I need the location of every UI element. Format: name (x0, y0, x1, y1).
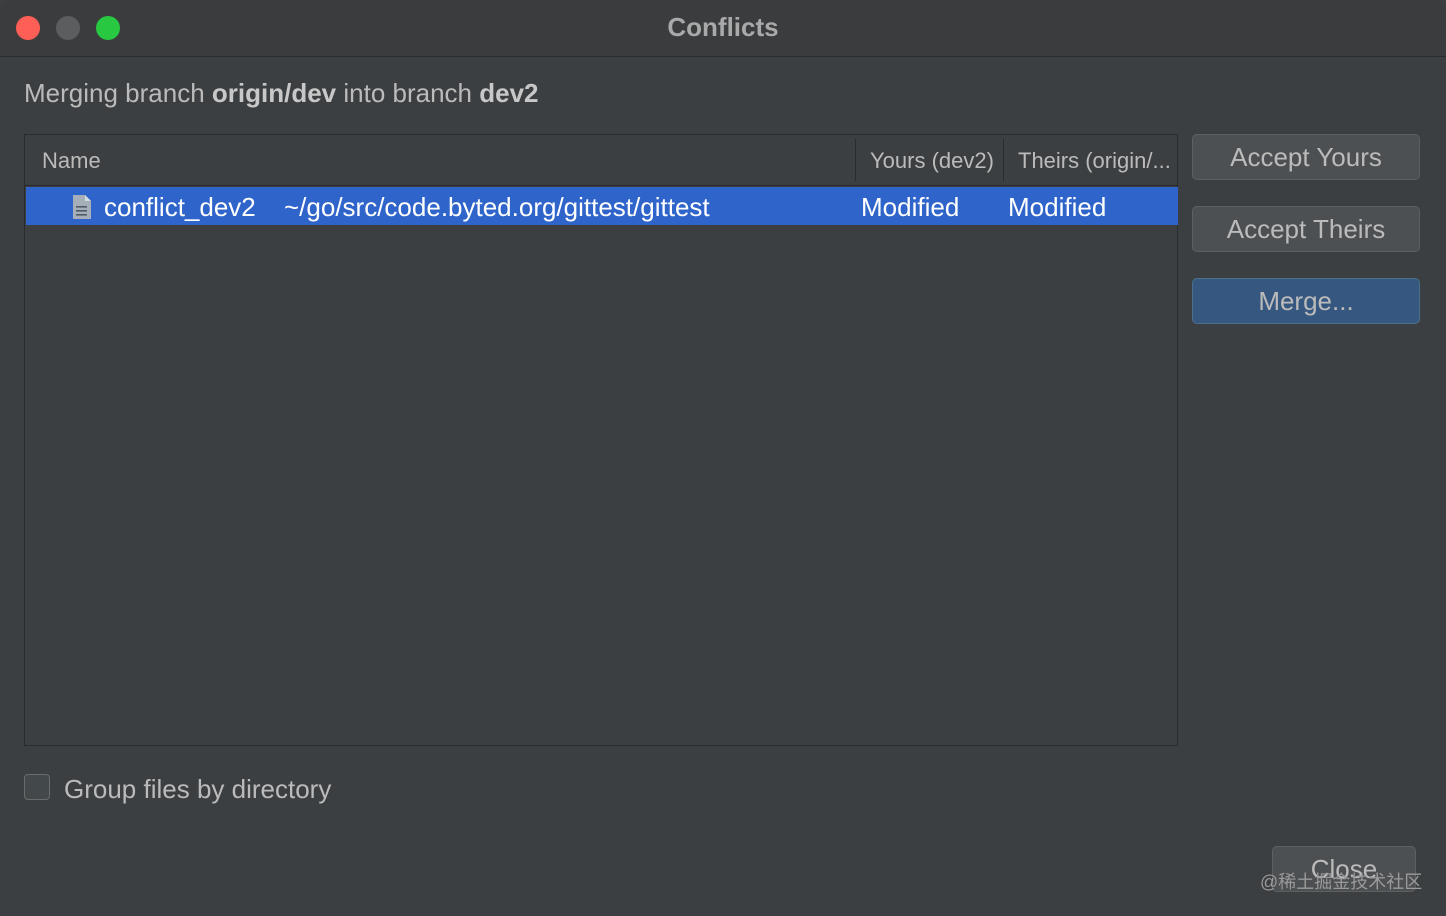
column-divider[interactable] (855, 139, 856, 181)
watermark: @稀土掘金技术社区 (1260, 872, 1423, 892)
group-by-directory-checkbox[interactable] (24, 774, 50, 800)
group-by-directory-label[interactable]: Group files by directory (64, 774, 331, 805)
target-branch: dev2 (479, 78, 539, 108)
table-row[interactable]: conflict_dev2 ~/go/src/code.byted.org/gi… (26, 187, 1178, 225)
column-divider[interactable] (1003, 139, 1004, 181)
column-header-theirs[interactable]: Theirs (origin/... (1018, 148, 1178, 174)
title-bar: Conflicts (0, 0, 1446, 57)
merge-button[interactable]: Merge... (1192, 278, 1420, 324)
merge-middle: into branch (336, 78, 480, 108)
yours-status: Modified (861, 192, 960, 222)
conflicts-dialog: Conflicts Merging branch origin/dev into… (0, 0, 1446, 916)
text-file-icon (73, 195, 91, 219)
merge-prefix: Merging branch (24, 78, 212, 108)
window-title: Conflicts (667, 12, 779, 42)
accept-yours-button[interactable]: Accept Yours (1192, 134, 1420, 180)
table-header: Name Yours (dev2) Theirs (origin/... (25, 135, 1177, 186)
file-name: conflict_dev2 (104, 192, 256, 222)
column-header-name[interactable]: Name (42, 148, 101, 174)
theirs-status: Modified (1008, 192, 1107, 222)
merge-description: Merging branch origin/dev into branch de… (24, 78, 539, 109)
conflicts-table: Name Yours (dev2) Theirs (origin/... con… (24, 134, 1178, 746)
file-path: ~/go/src/code.byted.org/gittest/gittest (284, 192, 710, 222)
source-branch: origin/dev (211, 78, 337, 108)
accept-theirs-button[interactable]: Accept Theirs (1192, 206, 1420, 252)
column-header-yours[interactable]: Yours (dev2) (870, 148, 994, 174)
